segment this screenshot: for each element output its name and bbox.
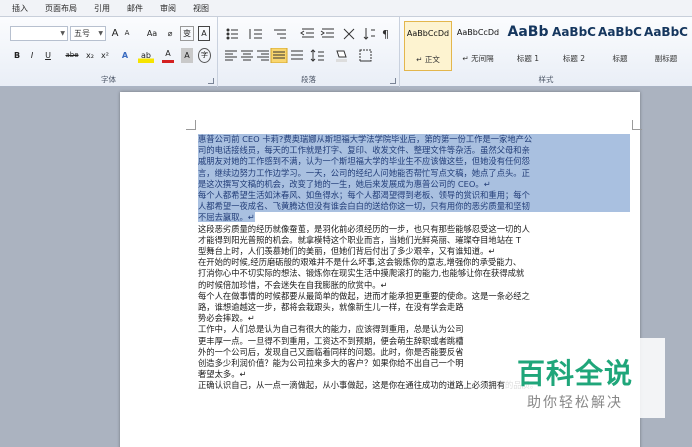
watermark-logo: 百科全说 助你轻松解决 bbox=[505, 338, 665, 418]
font-color-button[interactable]: A bbox=[162, 48, 174, 63]
underline-button[interactable]: U bbox=[42, 48, 54, 63]
font-group-label: 字体 bbox=[101, 75, 116, 84]
body-line: 在开始的时候,经历磨砺般的艰难并不是什么坏事,这会锻炼你的意志,增强你的承受能力… bbox=[198, 257, 522, 268]
chinese-layout-icon bbox=[343, 28, 355, 40]
body-line: 这段恶劣质量的经历就像蚕茧，是羽化前必须经历的一步，也只有那些能够忍受这一切的人 bbox=[198, 223, 530, 234]
sort-icon bbox=[363, 28, 375, 40]
grow-font-button[interactable]: A bbox=[109, 26, 121, 41]
tab-mailings[interactable]: 邮件 bbox=[127, 3, 143, 14]
increase-indent-icon bbox=[320, 28, 334, 38]
distributed-icon bbox=[291, 50, 303, 60]
body-line: 工作中，人们总是认为自己有很大的能力，应该得到重用，总是认为公司 bbox=[198, 324, 464, 335]
chevron-down-icon: ▼ bbox=[98, 30, 103, 37]
paragraph-row2-icons bbox=[225, 48, 372, 63]
body-line: 型舞台上时，人们羡慕她们的美丽，但她们背后付出了多少艰辛，又有谁知道。↵ bbox=[198, 246, 496, 257]
menu-tab-bar: 插入 页面布局 引用 邮件 审阅 视图 bbox=[0, 0, 692, 17]
selected-line: 惠普公司前 CEO 卡莉?费奥瑞娜从斯坦福大学法学院毕业后，第的第一份工作是一家… bbox=[198, 134, 630, 146]
selected-line: 司的电话接线员，每天的工作就是打字、复印、收发文件、整理文件等杂活。虽然父母和亲 bbox=[198, 145, 630, 157]
show-marks-icon: ¶ bbox=[382, 28, 389, 41]
highlight-button[interactable]: ab bbox=[138, 48, 154, 63]
style-heading-1[interactable]: AaBb 标题 1 bbox=[504, 21, 552, 71]
paragraph-group-label: 段落 bbox=[301, 75, 316, 84]
tab-review[interactable]: 审阅 bbox=[160, 3, 176, 14]
font-size-select[interactable]: 五号 ▼ bbox=[70, 26, 106, 41]
selected-line: 每个人都希望生活如沐春风、如鱼得水；每个人都渴望得到老板、领导的赏识和重用；每个 bbox=[198, 190, 630, 202]
style-normal[interactable]: AaBbCcDd ↵ 正文 bbox=[404, 21, 452, 71]
tab-references[interactable]: 引用 bbox=[94, 3, 110, 14]
subscript-button[interactable]: x₂ bbox=[84, 48, 96, 63]
page-corner-mark bbox=[632, 120, 642, 130]
align-left-icon bbox=[225, 50, 237, 61]
tab-insert[interactable]: 插入 bbox=[12, 3, 28, 14]
body-line: 每个人在做事情的时候都要从最简单的做起，进而才能承担更重要的使命。这是一条必经之 bbox=[198, 290, 530, 301]
tab-page-layout[interactable]: 页面布局 bbox=[45, 3, 77, 14]
svg-text:¶: ¶ bbox=[382, 28, 389, 41]
char-border-button[interactable]: A bbox=[198, 26, 210, 41]
style-title[interactable]: AaBbC 标题 bbox=[596, 21, 644, 71]
body-line: 势必会摔跤。↵ bbox=[198, 313, 255, 324]
strikethrough-button[interactable]: abe bbox=[64, 48, 80, 63]
bold-button[interactable]: B bbox=[12, 48, 22, 63]
watermark-title: 百科全说 bbox=[517, 357, 634, 390]
text-effects-button[interactable]: A bbox=[118, 48, 132, 63]
tab-view[interactable]: 视图 bbox=[193, 3, 209, 14]
page-corner-mark bbox=[186, 120, 196, 130]
justify-icon bbox=[270, 48, 288, 63]
align-center-icon bbox=[241, 50, 253, 61]
style-subtitle[interactable]: AaBbC 副标题 bbox=[642, 21, 690, 71]
chevron-down-icon: ▼ bbox=[60, 30, 65, 37]
shading-icon bbox=[336, 50, 347, 62]
superscript-button[interactable]: x² bbox=[99, 48, 111, 63]
align-right-icon bbox=[257, 50, 269, 61]
styles-group-label: 样式 bbox=[538, 75, 554, 84]
selected-line: 言，继续边努力工作边学习。一天，公司的经纪人问她能否帮忙写点文稿，她点了点头。正 bbox=[198, 167, 630, 179]
selected-line-last: 不屈去赢取。↵ bbox=[198, 212, 255, 223]
change-case-button[interactable]: Aa bbox=[144, 26, 160, 41]
paragraph-group: ¶ 段落 bbox=[218, 17, 400, 87]
font-name-select[interactable]: ▼ bbox=[10, 26, 68, 41]
phonetic-guide-button[interactable]: 变 bbox=[180, 26, 194, 41]
styles-group: AaBbCcDd ↵ 正文 AaBbCcDd ↵ 无间隔 AaBb 标题 1 A… bbox=[400, 17, 692, 87]
italic-button[interactable]: I bbox=[27, 48, 37, 63]
bullet-list-icon bbox=[226, 28, 238, 40]
body-line: 打消你心中不切实际的想法、锻炼你在现实生活中摸爬滚打的能力,也能够让你在获得成就 bbox=[198, 268, 525, 279]
watermark-subtitle: 助你轻松解决 bbox=[527, 395, 623, 411]
decrease-indent-icon bbox=[300, 28, 314, 38]
selected-line: 戚朋友对她的工作感到不满，认为一个斯坦福大学的毕业生不应该做这些，但她没有任何怨 bbox=[198, 156, 630, 168]
selected-line: 人都希望一夜成名、飞黄腾达但没有谁会白白的送给你这一切，只有用你的恶劣质量和坚韧 bbox=[198, 201, 630, 213]
multilevel-list-icon bbox=[274, 29, 286, 39]
borders-icon bbox=[359, 49, 372, 62]
paragraph-row1-icons: ¶ bbox=[226, 28, 389, 41]
clear-format-button[interactable]: ⌀ bbox=[164, 26, 176, 41]
dialog-launcher-icon[interactable] bbox=[390, 78, 396, 84]
char-shading-button[interactable]: A bbox=[181, 48, 193, 63]
selected-line: 是这次撰写文稿的机会，改变了她的一生，她后来发展成为惠普公司的 CEO。↵ bbox=[198, 178, 630, 191]
style-heading-2[interactable]: AaBbC 标题 2 bbox=[550, 21, 598, 71]
style-no-spacing[interactable]: AaBbCcDd ↵ 无间隔 bbox=[454, 21, 502, 71]
body-line: 路，谁想逾越这一步，都将会栽跟头，就像新生儿一样，在没有学会走路 bbox=[198, 302, 464, 313]
font-group: ▼ 五号 ▼ A A Aa ⌀ 变 A B I U abe x₂ x² A ab … bbox=[0, 17, 218, 87]
body-line: 的时候倍加珍惜，不会迷失在自我膨胀的欣赏中。↵ bbox=[198, 279, 388, 290]
numbered-list-icon bbox=[249, 29, 262, 39]
dialog-launcher-icon[interactable] bbox=[208, 78, 214, 84]
line-spacing-icon bbox=[310, 49, 324, 62]
ribbon: ▼ 五号 ▼ A A Aa ⌀ 变 A B I U abe x₂ x² A ab … bbox=[0, 17, 692, 87]
enclose-char-button[interactable]: 字 bbox=[198, 48, 211, 63]
body-line: 才能得到阳光普照的机会。就拿模特这个职业而言，当她们光鲜亮丽、璀璨夺目地站在 T bbox=[198, 234, 521, 245]
shrink-font-button[interactable]: A bbox=[122, 26, 132, 41]
